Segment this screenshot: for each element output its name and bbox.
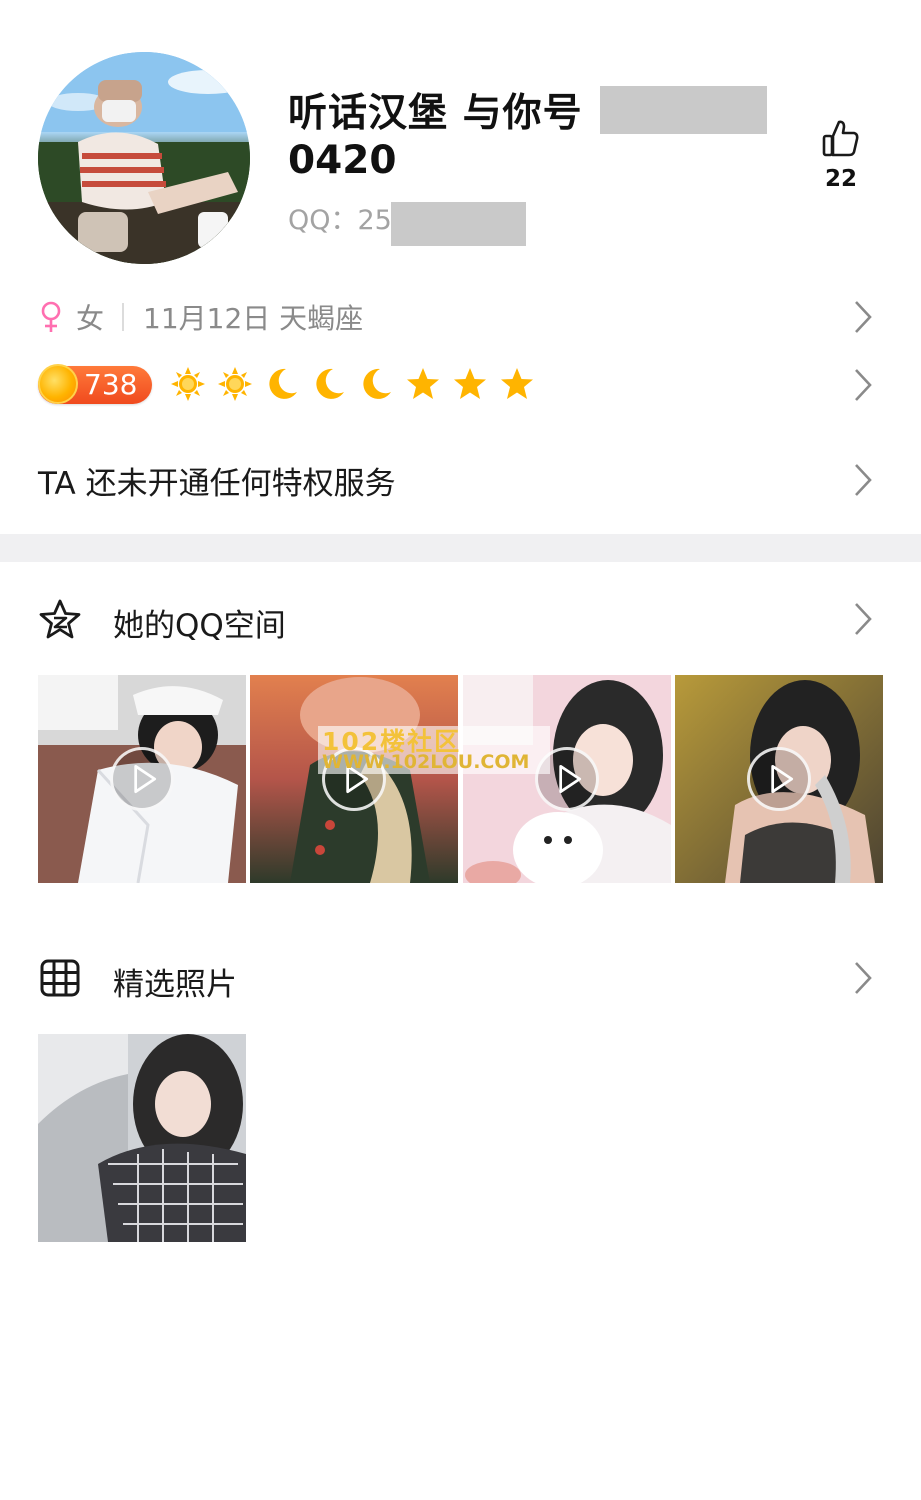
qzone-star-icon	[39, 599, 81, 639]
featured-photo[interactable]	[38, 1034, 246, 1242]
redaction-mask	[600, 86, 767, 134]
avatar-photo	[38, 52, 250, 264]
watermark-url: WWW.102LOU.COM	[322, 751, 530, 773]
chevron-right-icon[interactable]	[852, 367, 874, 403]
star-icon	[454, 368, 486, 399]
grid-icon	[40, 959, 80, 997]
like-button[interactable]: 22	[815, 118, 867, 192]
qzone-title[interactable]: 她的QQ空间	[113, 600, 286, 645]
redaction-mask	[391, 202, 526, 246]
star-icon	[407, 368, 439, 399]
star-icon	[501, 368, 533, 399]
level-value: 738	[84, 368, 138, 401]
nickname-line2: 0420	[288, 138, 397, 183]
sun-icon	[171, 367, 205, 401]
featured-photos-title[interactable]: 精选照片	[113, 959, 237, 1004]
chevron-right-icon[interactable]	[852, 462, 874, 498]
privilege-status[interactable]: TA 还未开通任何特权服务	[38, 458, 396, 503]
thumbs-up-icon	[822, 120, 859, 157]
qq-number: QQ：25	[288, 205, 392, 236]
nickname-line1: 听话汉堡 与你号	[288, 91, 583, 136]
play-icon[interactable]	[747, 747, 811, 811]
play-icon[interactable]	[110, 747, 174, 811]
level-coin-icon	[38, 364, 78, 404]
sun-icon	[218, 367, 252, 401]
birthday-label: 11月12日 天蝎座	[143, 302, 364, 335]
qzone-video-thumbnail[interactable]	[463, 675, 671, 883]
photo-preview	[38, 1034, 246, 1242]
qzone-video-thumbnail[interactable]	[38, 675, 246, 883]
moon-icon	[363, 368, 391, 399]
chevron-right-icon[interactable]	[852, 960, 874, 996]
gender-label: 女	[76, 302, 105, 335]
female-icon	[41, 301, 61, 332]
moon-icon	[316, 368, 344, 399]
profile-avatar[interactable]	[38, 52, 250, 264]
divider	[122, 303, 124, 331]
qzone-video-thumbnail[interactable]	[675, 675, 883, 883]
level-icons	[170, 366, 535, 402]
section-divider	[0, 534, 921, 562]
like-count: 22	[824, 166, 857, 192]
qzone-video-thumbnail[interactable]	[250, 675, 458, 883]
chevron-right-icon[interactable]	[852, 299, 874, 335]
chevron-right-icon[interactable]	[852, 601, 874, 637]
moon-icon	[269, 368, 297, 399]
